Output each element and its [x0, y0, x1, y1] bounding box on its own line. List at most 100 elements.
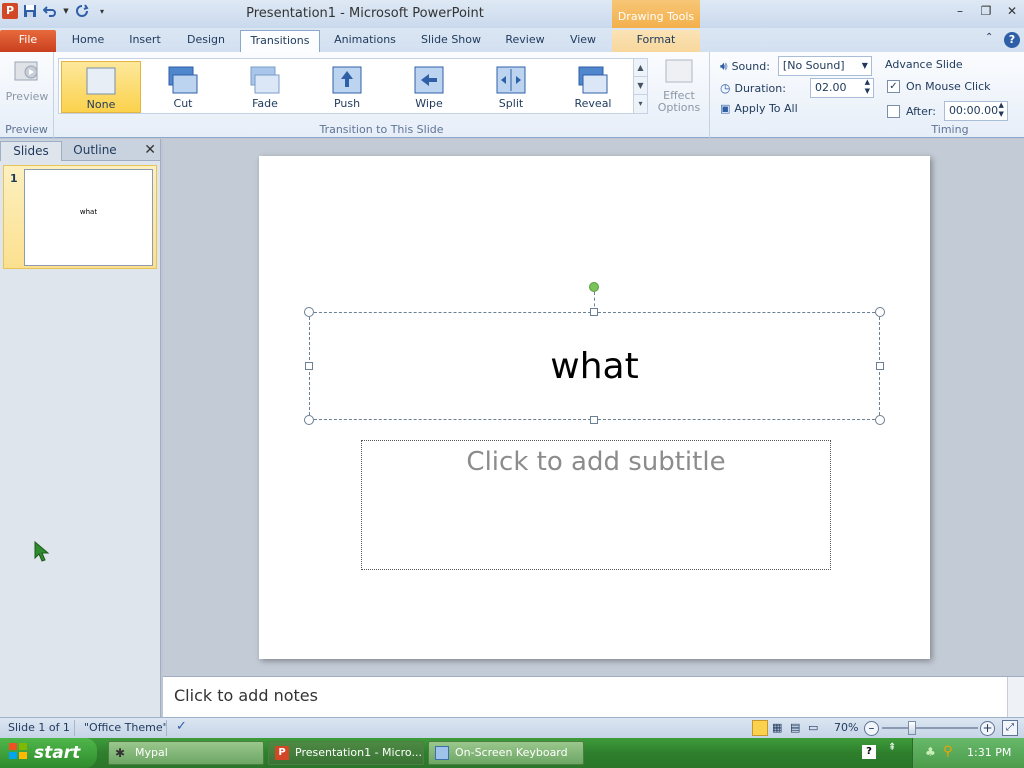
- slides-panel-tabs: Slides Outline ✕: [0, 139, 160, 161]
- duration-row: ◷ Duration: 02.00 ▲ ▼: [720, 78, 874, 98]
- mypal-icon: ✱: [115, 746, 126, 760]
- advance-slide-label: Advance Slide: [885, 58, 963, 71]
- search-icon[interactable]: ⚲: [943, 744, 953, 759]
- resize-handle-bottom-right[interactable]: [875, 415, 885, 425]
- theme-status[interactable]: "Office Theme": [84, 721, 168, 734]
- sound-row: 🔊︎ Sound: [No Sound] ▼: [720, 56, 872, 76]
- zoom-slider-thumb[interactable]: [908, 721, 916, 735]
- after-spinner[interactable]: 00:00.00 ▲ ▼: [943, 101, 1008, 121]
- resize-handle-bottom[interactable]: [590, 416, 598, 424]
- tab-slides[interactable]: Slides: [0, 141, 62, 161]
- subtitle-placeholder[interactable]: Click to add subtitle: [361, 440, 831, 570]
- tab-slide-show[interactable]: Slide Show: [414, 30, 488, 52]
- transition-fade[interactable]: Fade: [225, 61, 305, 113]
- transition-wipe[interactable]: Wipe: [389, 61, 469, 113]
- zoom-in-button[interactable]: +: [980, 721, 995, 736]
- title-placeholder[interactable]: what: [309, 312, 880, 420]
- spinner-arrows-icon[interactable]: ▲ ▼: [865, 78, 870, 96]
- reading-view-icon[interactable]: ▤: [790, 721, 800, 734]
- transition-reveal[interactable]: Reveal: [553, 61, 633, 113]
- cut-transition-icon: [167, 65, 199, 95]
- slide-title[interactable]: what: [550, 346, 638, 387]
- close-icon[interactable]: ✕: [1004, 4, 1020, 18]
- gallery-scrollbar[interactable]: ▲ ▼ ▾: [633, 59, 647, 113]
- slide-thumbnail[interactable]: what: [24, 169, 153, 266]
- preview-group-label: Preview: [5, 123, 48, 136]
- on-mouse-click-checkbox[interactable]: ✓: [887, 80, 900, 93]
- clock[interactable]: 1:31 PM: [967, 746, 1011, 759]
- push-transition-icon: [331, 65, 363, 95]
- tab-format[interactable]: Format: [612, 30, 700, 52]
- preview-button[interactable]: Preview: [4, 58, 50, 103]
- transition-none-label: None: [86, 98, 116, 111]
- resize-handle-top-right[interactable]: [875, 307, 885, 317]
- tab-view[interactable]: View: [562, 30, 604, 52]
- tab-animations[interactable]: Animations: [328, 30, 402, 52]
- help-question-icon[interactable]: ?: [1004, 32, 1020, 48]
- restore-icon[interactable]: ❐: [978, 4, 994, 18]
- sound-dropdown[interactable]: [No Sound] ▼: [777, 56, 872, 76]
- close-icon[interactable]: ✕: [144, 142, 156, 158]
- clock-icon: ◷: [720, 81, 731, 95]
- slide-canvas[interactable]: what Click to add subtitle: [259, 156, 930, 659]
- slide-thumbnail-selected[interactable]: 1 what: [3, 165, 157, 269]
- fit-to-window-icon[interactable]: ⤢: [1002, 720, 1018, 736]
- status-separator: [166, 720, 167, 736]
- on-mouse-click-row[interactable]: ✓ On Mouse Click: [887, 80, 991, 93]
- fade-transition-icon: [249, 65, 281, 95]
- spell-check-icon[interactable]: ✓: [176, 719, 187, 734]
- advance-slide-heading: Advance Slide: [885, 58, 963, 71]
- transition-split[interactable]: Split: [471, 61, 551, 113]
- help-icon[interactable]: ⌃: [985, 32, 997, 46]
- slide-show-icon[interactable]: ▭: [808, 721, 818, 734]
- apply-to-all-button[interactable]: ▣ Apply To All: [720, 102, 798, 115]
- help-icon[interactable]: ?: [862, 745, 876, 759]
- after-checkbox[interactable]: [887, 104, 900, 118]
- network-icon[interactable]: ♣: [925, 745, 936, 759]
- tab-file[interactable]: File: [0, 30, 56, 52]
- transition-push[interactable]: Push: [307, 61, 387, 113]
- apply-all-label: Apply To All: [734, 102, 798, 115]
- system-tray: ♣ ⚲ 1:31 PM: [912, 738, 1024, 768]
- status-bar: Slide 1 of 1 "Office Theme" ✓ ▦ ▤ ▭ 70% …: [0, 717, 1024, 738]
- duration-spinner[interactable]: 02.00 ▲ ▼: [809, 78, 874, 98]
- rotation-handle[interactable]: [589, 282, 599, 292]
- zoom-out-button[interactable]: –: [864, 721, 879, 736]
- gallery-up-icon[interactable]: ▲: [634, 59, 647, 77]
- notes-scrollbar[interactable]: [1007, 677, 1024, 717]
- drawing-tools-context: Drawing Tools: [612, 0, 700, 28]
- tray-chevron-icon[interactable]: ⇞: [888, 742, 896, 753]
- slides-panel: Slides Outline ✕ 1 what: [0, 139, 161, 717]
- transition-none[interactable]: None: [61, 61, 141, 113]
- tab-outline[interactable]: Outline: [64, 141, 126, 161]
- tab-insert[interactable]: Insert: [122, 30, 168, 52]
- notes-pane[interactable]: Click to add notes: [163, 676, 1024, 717]
- minimize-icon[interactable]: –: [952, 4, 968, 18]
- slide-sorter-icon[interactable]: ▦: [772, 721, 782, 734]
- resize-handle-right[interactable]: [876, 362, 884, 370]
- normal-view-icon[interactable]: [752, 720, 768, 736]
- tab-review[interactable]: Review: [500, 30, 550, 52]
- zoom-level[interactable]: 70%: [834, 721, 858, 734]
- tab-design[interactable]: Design: [180, 30, 232, 52]
- gallery-down-icon[interactable]: ▼: [634, 77, 647, 95]
- resize-handle-bottom-left[interactable]: [304, 415, 314, 425]
- on-mouse-click-label: On Mouse Click: [906, 80, 991, 93]
- effect-options-button[interactable]: Effect Options: [652, 58, 706, 114]
- notes-placeholder: Click to add notes: [174, 686, 318, 705]
- start-button[interactable]: start: [0, 738, 97, 768]
- taskbar-item-powerpoint[interactable]: P Presentation1 - Micro...: [268, 741, 424, 765]
- taskbar-item-mypal[interactable]: ✱ Mypal: [108, 741, 264, 765]
- effect-options-label: Effect Options: [657, 89, 701, 114]
- tab-home[interactable]: Home: [64, 30, 112, 52]
- spinner-arrows-icon[interactable]: ▲ ▼: [999, 101, 1004, 119]
- resize-handle-left[interactable]: [305, 362, 313, 370]
- resize-handle-top-left[interactable]: [304, 307, 314, 317]
- transition-cut[interactable]: Cut: [143, 61, 223, 113]
- zoom-slider-track[interactable]: [882, 727, 978, 729]
- tab-transitions[interactable]: Transitions: [240, 30, 320, 52]
- gallery-more-icon[interactable]: ▾: [634, 95, 647, 113]
- resize-handle-top[interactable]: [590, 308, 598, 316]
- taskbar-item-osk[interactable]: On-Screen Keyboard: [428, 741, 584, 765]
- none-transition-icon: [85, 66, 117, 96]
